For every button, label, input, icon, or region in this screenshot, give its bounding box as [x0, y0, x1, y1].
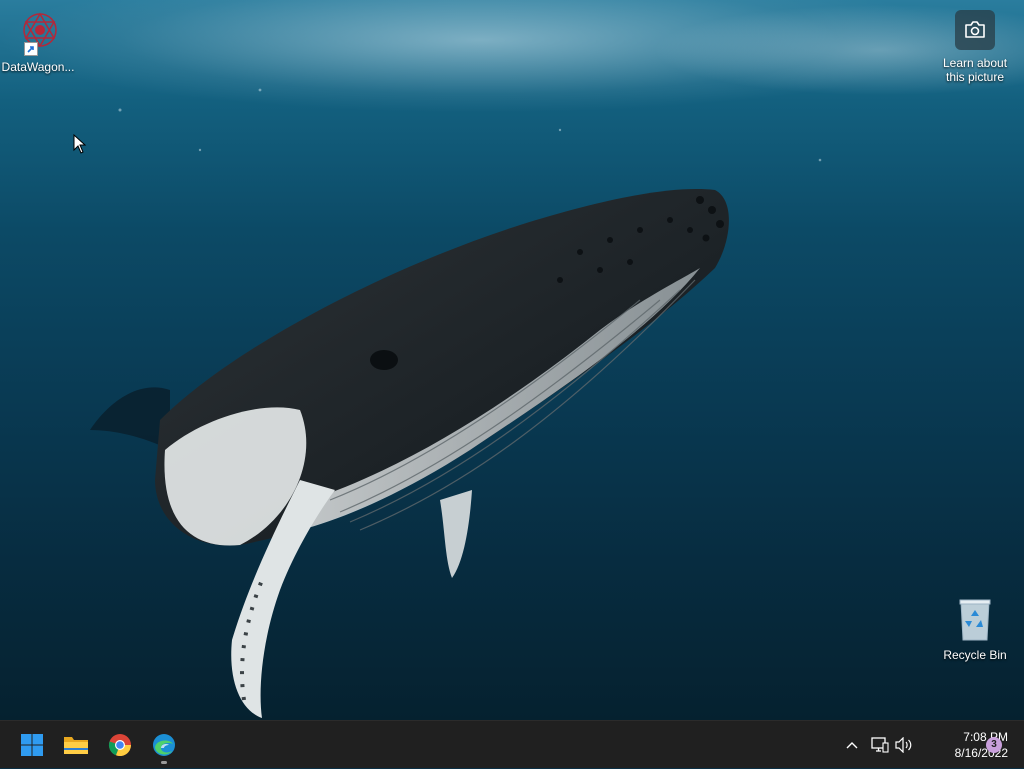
recycle-bin-icon — [951, 596, 999, 644]
edge-button[interactable] — [144, 725, 184, 765]
chrome-button[interactable] — [100, 725, 140, 765]
show-hidden-icons-button[interactable] — [840, 733, 864, 757]
notification-badge[interactable]: 3 — [986, 737, 1002, 753]
camera-icon — [955, 10, 995, 50]
running-indicator — [161, 761, 167, 764]
datawagon-shortcut-icon — [14, 8, 62, 56]
learn-picture-line2: this picture — [945, 70, 1005, 84]
mouse-cursor-icon — [73, 134, 87, 154]
taskbar: 7:08 PM 8/16/2022 3 — [0, 720, 1024, 768]
volume-button[interactable] — [892, 733, 916, 757]
folder-icon — [64, 737, 88, 754]
chevron-up-icon — [846, 742, 858, 749]
chrome-icon — [108, 734, 132, 757]
desktop-icon-datawagon[interactable]: DataWagon... — [0, 8, 76, 74]
desktop[interactable]: DataWagon... Learn about this picture Re… — [0, 0, 1024, 720]
shortcut-arrow-icon — [24, 42, 38, 56]
network-icon — [871, 737, 889, 753]
learn-picture-line1: Learn about — [942, 56, 1008, 70]
desktop-icon-label: Recycle Bin — [943, 648, 1007, 662]
speaker-icon — [895, 737, 912, 753]
file-explorer-button[interactable] — [56, 725, 96, 765]
desktop-icon-recycle-bin[interactable]: Recycle Bin — [937, 596, 1013, 662]
desktop-icon-label: DataWagon... — [1, 60, 75, 74]
windows-start-icon — [21, 734, 43, 756]
edge-icon — [153, 734, 175, 756]
start-button[interactable] — [12, 725, 52, 765]
whale-wallpaper — [90, 88, 822, 718]
network-button[interactable] — [868, 733, 892, 757]
learn-about-picture-button[interactable]: Learn about this picture — [930, 10, 1020, 84]
